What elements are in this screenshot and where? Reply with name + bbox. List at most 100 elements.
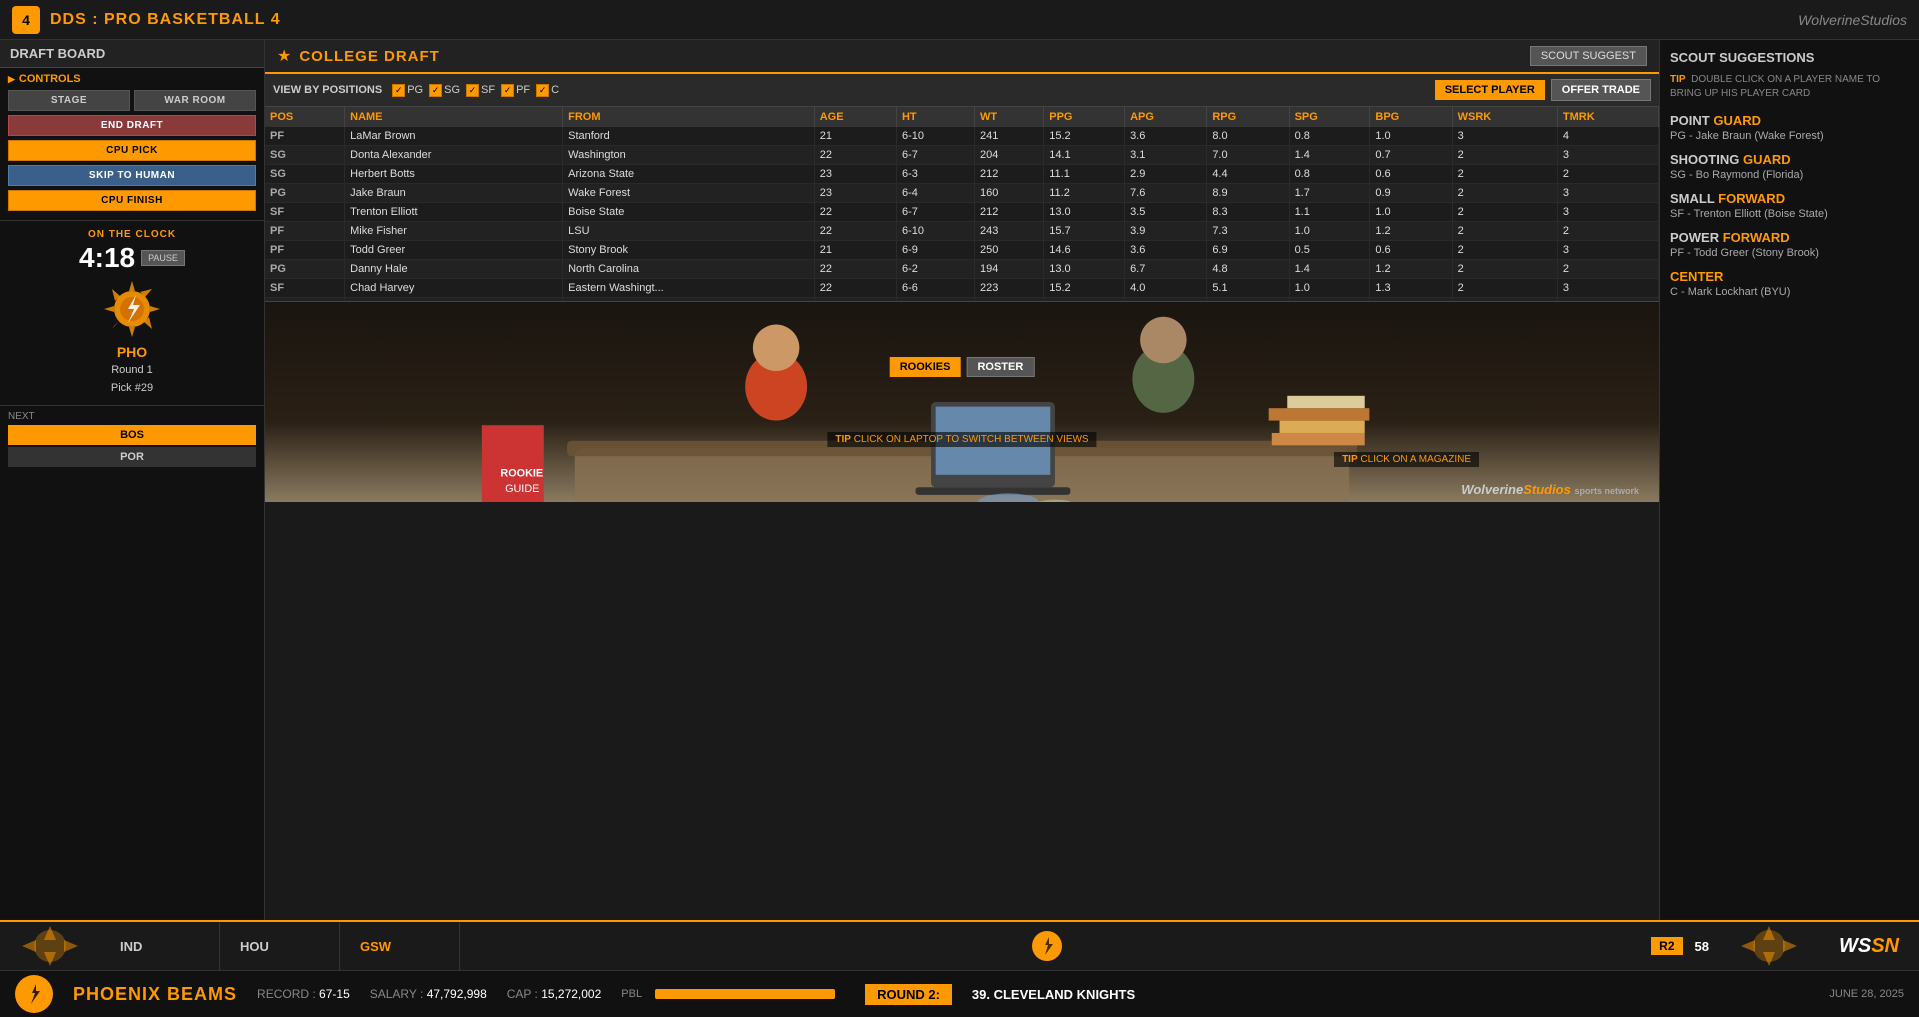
table-row[interactable]: SFTrenton ElliottBoise State226-721213.0… [265, 203, 1659, 222]
table-cell: 6-10 [896, 127, 974, 146]
pg-checkbox[interactable] [392, 84, 405, 97]
col-ht[interactable]: HT [896, 107, 974, 127]
table-cell: 22 [814, 146, 896, 165]
col-from[interactable]: FROM [563, 107, 815, 127]
star-icon: ★ [277, 46, 291, 66]
table-cell: Eastern Washingt... [563, 279, 815, 298]
table-row[interactable]: PFLaMar BrownStanford216-1024115.23.68.0… [265, 127, 1659, 146]
table-cell: 2 [1452, 260, 1557, 279]
scout-pos-title: POINT GUARD [1670, 113, 1909, 128]
select-player-button[interactable]: SELECT PLAYER [1435, 80, 1545, 100]
skip-to-human-button[interactable]: SKIP TO HUMAN [8, 165, 256, 186]
table-cell: 2 [1557, 165, 1658, 184]
table-cell: 250 [974, 241, 1043, 260]
table-cell: North Carolina [563, 260, 815, 279]
table-cell: 6-6 [896, 279, 974, 298]
scout-position-block: POWER FORWARDPF - Todd Greer (Stony Broo… [1670, 230, 1909, 259]
table-cell: 7.0 [1207, 146, 1289, 165]
cpu-pick-button[interactable]: CPU PICK [8, 140, 256, 161]
roster-button[interactable]: ROSTER [966, 357, 1034, 377]
table-cell: 2.9 [1125, 165, 1207, 184]
table-cell: 212 [974, 203, 1043, 222]
scout-player-name[interactable]: C - Mark Lockhart (BYU) [1670, 286, 1909, 298]
table-cell: 21 [814, 127, 896, 146]
table-cell: PG [265, 260, 345, 279]
table-cell: 6-9 [896, 241, 974, 260]
table-cell: 13.0 [1044, 260, 1125, 279]
scout-player-name[interactable]: SG - Bo Raymond (Florida) [1670, 169, 1909, 181]
filter-pf[interactable]: PF [501, 84, 530, 97]
table-cell: SG [265, 146, 345, 165]
table-cell: 223 [974, 279, 1043, 298]
table-cell: 1.3 [1370, 279, 1452, 298]
table-cell: 3 [1557, 203, 1658, 222]
table-row[interactable]: PGJake BraunWake Forest236-416011.27.68.… [265, 184, 1659, 203]
next-section: NEXT BOS POR [0, 406, 264, 474]
war-room-button[interactable]: WAR ROOM [134, 90, 256, 111]
scene-background [265, 302, 1659, 502]
scout-position-block: CENTER C - Mark Lockhart (BYU) [1670, 269, 1909, 298]
table-cell: 22 [814, 260, 896, 279]
table-row[interactable]: SGDonta AlexanderWashington226-720414.13… [265, 146, 1659, 165]
col-name[interactable]: NAME [345, 107, 563, 127]
cpu-finish-button[interactable]: CPU FINISH [8, 190, 256, 211]
filter-sg[interactable]: SG [429, 84, 460, 97]
col-wsrk[interactable]: WSRK [1452, 107, 1557, 127]
next-team-por[interactable]: POR [8, 447, 256, 467]
col-apg[interactable]: APG [1125, 107, 1207, 127]
col-tmrk[interactable]: TMRK [1557, 107, 1658, 127]
table-row[interactable]: SGHerbert BottsArizona State236-321211.1… [265, 165, 1659, 184]
table-row[interactable]: PFTodd GreerStony Brook216-925014.63.66.… [265, 241, 1659, 260]
table-cell: 0.8 [1289, 127, 1370, 146]
pf-checkbox[interactable] [501, 84, 514, 97]
table-row[interactable]: SFChad HarveyEastern Washingt...226-6223… [265, 279, 1659, 298]
filter-pg[interactable]: PG [392, 84, 423, 97]
col-bpg[interactable]: BPG [1370, 107, 1452, 127]
sf-checkbox[interactable] [466, 84, 479, 97]
player-table-wrapper[interactable]: POS NAME FROM AGE HT WT PPG APG RPG SPG [265, 107, 1659, 302]
table-row[interactable]: PGDanny HaleNorth Carolina226-219413.06.… [265, 260, 1659, 279]
next-team-bos[interactable]: BOS [8, 425, 256, 445]
scout-suggest-button[interactable]: SCOUT SUGGEST [1530, 46, 1647, 66]
ticker-right-deco [1719, 922, 1819, 970]
table-cell: 1.7 [1289, 184, 1370, 203]
ticker-number: 58 [1695, 939, 1709, 954]
col-wt[interactable]: WT [974, 107, 1043, 127]
scout-player-name[interactable]: SF - Trenton Elliott (Boise State) [1670, 208, 1909, 220]
table-cell: 13.0 [1044, 203, 1125, 222]
scout-player-name[interactable]: PF - Todd Greer (Stony Brook) [1670, 247, 1909, 259]
filter-sf[interactable]: SF [466, 84, 495, 97]
col-rpg[interactable]: RPG [1207, 107, 1289, 127]
col-ppg[interactable]: PPG [1044, 107, 1125, 127]
table-cell: 1.2 [1370, 222, 1452, 241]
offer-trade-button[interactable]: OFFER TRADE [1551, 79, 1651, 101]
table-cell: 2 [1452, 184, 1557, 203]
filter-c[interactable]: C [536, 84, 559, 97]
table-cell: 5.1 [1207, 279, 1289, 298]
stage-button[interactable]: STAGE [8, 90, 130, 111]
c-checkbox[interactable] [536, 84, 549, 97]
sg-checkbox[interactable] [429, 84, 442, 97]
col-age[interactable]: AGE [814, 107, 896, 127]
table-row[interactable]: PFMike FisherLSU226-1024315.73.97.31.01.… [265, 222, 1659, 241]
status-pick: 39. CLEVELAND KNIGHTS [972, 987, 1809, 1002]
table-cell: 14.6 [1044, 241, 1125, 260]
scout-player-name[interactable]: PG - Jake Braun (Wake Forest) [1670, 130, 1909, 142]
table-cell: 6.7 [1125, 260, 1207, 279]
table-cell: Todd Greer [345, 241, 563, 260]
table-cell: 7.3 [1207, 222, 1289, 241]
clock-display: 4:18 [79, 242, 135, 274]
controls-section: CONTROLS STAGE WAR ROOM END DRAFT CPU PI… [0, 68, 264, 221]
scout-pos-title: SHOOTING GUARD [1670, 152, 1909, 167]
end-draft-button[interactable]: END DRAFT [8, 115, 256, 136]
rookies-button[interactable]: ROOKIES [890, 357, 961, 377]
status-cap: CAP : 15,272,002 [507, 987, 602, 1001]
table-cell: 0.8 [1289, 165, 1370, 184]
col-pos[interactable]: POS [265, 107, 345, 127]
view-by-positions-label: VIEW BY POSITIONS [273, 84, 382, 96]
status-salary: SALARY : 47,792,998 [370, 987, 487, 1001]
col-spg[interactable]: SPG [1289, 107, 1370, 127]
table-cell: Donta Alexander [345, 146, 563, 165]
pause-button[interactable]: PAUSE [141, 250, 185, 266]
table-cell: 2 [1452, 279, 1557, 298]
